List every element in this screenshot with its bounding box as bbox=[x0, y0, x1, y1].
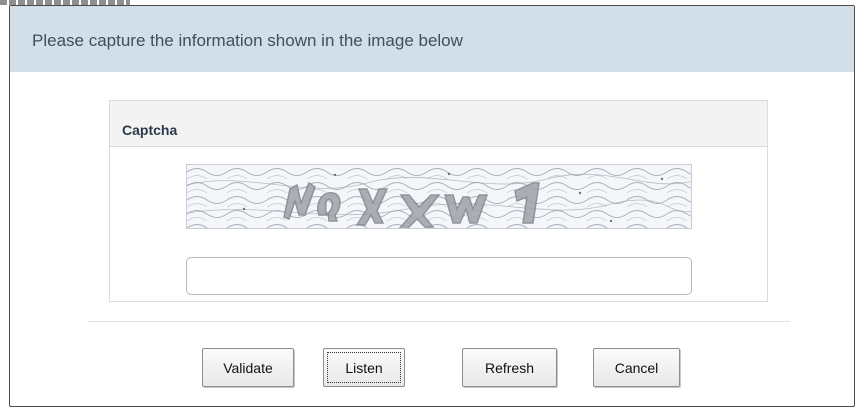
cancel-button[interactable]: Cancel bbox=[593, 348, 680, 387]
refresh-button-label: Refresh bbox=[484, 359, 535, 376]
cancel-button-label: Cancel bbox=[614, 359, 659, 376]
validate-button[interactable]: Validate bbox=[202, 348, 294, 387]
captcha-panel-heading: Captcha bbox=[110, 101, 767, 147]
listen-button[interactable]: Listen bbox=[323, 348, 405, 387]
screen: Please capture the information shown in … bbox=[0, 0, 858, 414]
captcha-answer-input[interactable] bbox=[186, 257, 692, 295]
captcha-heading-label: Captcha bbox=[122, 122, 178, 138]
button-divider bbox=[88, 321, 790, 322]
captcha-panel: Captcha bbox=[109, 100, 768, 302]
refresh-button[interactable]: Refresh bbox=[462, 348, 557, 387]
dialog-header: Please capture the information shown in … bbox=[10, 6, 854, 72]
focus-ring bbox=[327, 352, 401, 383]
captcha-dialog: Please capture the information shown in … bbox=[9, 5, 855, 407]
validate-button-label: Validate bbox=[223, 359, 273, 376]
captcha-image bbox=[186, 164, 692, 229]
dialog-title: Please capture the information shown in … bbox=[32, 31, 463, 50]
